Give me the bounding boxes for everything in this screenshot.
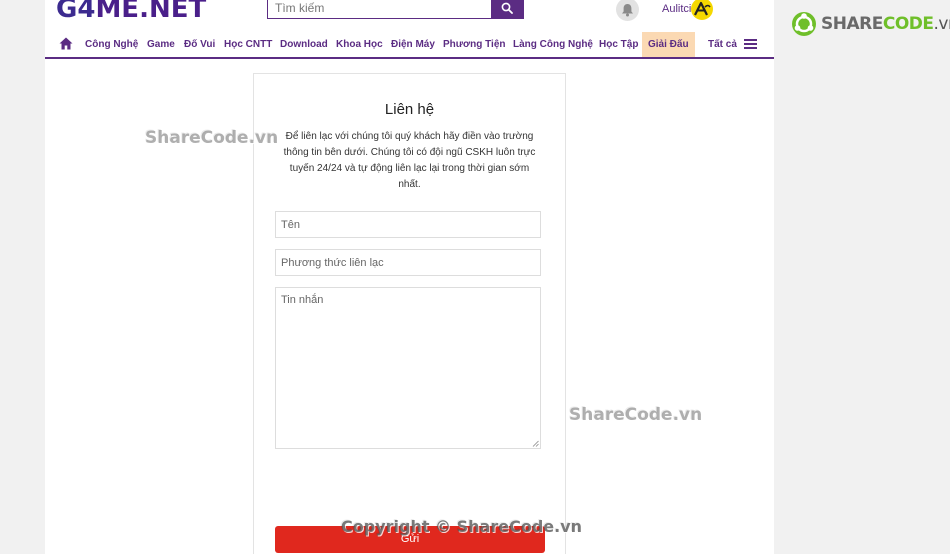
hamburger-menu-icon[interactable] [744, 39, 757, 49]
watermark-sharecode-2: ShareCode.vn [569, 405, 703, 425]
contact-description: Để liên lạc với chúng tôi quý khách hãy … [283, 131, 536, 190]
notification-button[interactable] [616, 0, 639, 21]
nav-item-phuong-tien[interactable]: Phương Tiện [443, 32, 506, 57]
search-bar [267, 0, 524, 19]
nav-item-dien-may[interactable]: Điện Máy [391, 32, 435, 57]
bell-icon [622, 3, 633, 16]
search-icon [501, 2, 513, 14]
home-icon [59, 37, 73, 50]
name-placeholder: Tên [281, 218, 300, 231]
brand-accent: CODE [882, 14, 934, 34]
site-logo[interactable]: G4ME.NET [56, 0, 206, 24]
nav-item-download[interactable]: Download [280, 32, 328, 57]
nav-item-lang-cong-nghe[interactable]: Làng Công Nghệ [513, 32, 593, 57]
search-button[interactable] [491, 0, 523, 18]
home-button[interactable] [59, 37, 73, 55]
nav-item-hoc-tap[interactable]: Học Tập [599, 32, 638, 57]
contact-method-field[interactable]: Phương thức liên lạc [275, 249, 541, 276]
nav-item-hoc-cntt[interactable]: Học CNTT [224, 32, 272, 57]
name-field[interactable]: Tên [275, 211, 541, 238]
brand-tld: .vn [933, 14, 950, 34]
contact-method-placeholder: Phương thức liên lạc [281, 256, 384, 269]
nav-item-game[interactable]: Game [147, 32, 175, 57]
page: G4ME.NET Aulitci Cô [45, 0, 774, 554]
copyright-watermark: Copyright © ShareCode.vn [341, 517, 583, 536]
nav-item-do-vui[interactable]: Đố Vui [184, 32, 215, 57]
user-name[interactable]: Aulitci [662, 3, 691, 15]
sharecode-brand-logo: SHARECODE.vn [791, 11, 950, 37]
nav-item-khoa-hoc[interactable]: Khoa Học [336, 32, 383, 57]
sharecode-brand-text: SHARECODE.vn [821, 14, 950, 34]
contact-title: Liên hệ [384, 101, 435, 118]
message-placeholder: Tin nhắn [281, 294, 324, 306]
logo-part2: ME.NET [95, 0, 207, 24]
resize-handle-icon[interactable] [532, 440, 539, 447]
brand-main: SHARE [821, 14, 883, 34]
search-input[interactable] [268, 0, 491, 18]
main-nav: Công Nghệ Game Đố Vui Học CNTT Download … [45, 32, 774, 59]
watermark-sharecode: ShareCode.vn [145, 128, 279, 148]
nav-item-cong-nghe[interactable]: Công Nghệ [85, 32, 138, 57]
sharecode-logo-icon [792, 12, 816, 36]
logo-part1: G4 [56, 0, 96, 24]
message-textarea[interactable]: Tin nhắn [275, 287, 541, 449]
nav-item-tat-ca[interactable]: Tất cả [708, 32, 737, 57]
avatar[interactable] [691, 0, 713, 20]
nav-item-giai-dau[interactable]: Giải Đấu [642, 32, 695, 57]
contact-form-card: Liên hệ Để liên lạc với chúng tôi quý kh… [253, 73, 566, 554]
avatar-glyph-icon [694, 1, 711, 16]
